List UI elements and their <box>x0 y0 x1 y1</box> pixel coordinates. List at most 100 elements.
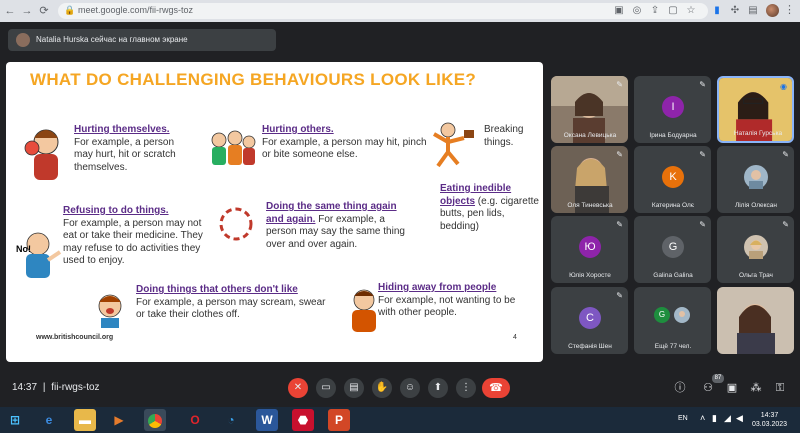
camera-toggle-button[interactable]: ▭ <box>316 378 336 398</box>
back-icon[interactable]: ← <box>3 4 17 18</box>
behaviour-body: For example, a person may not eat or tak… <box>63 217 203 267</box>
address-bar[interactable]: 🔒 meet.google.com/fii-rwgs-toz <box>58 3 708 19</box>
browser-toolbar: ← → ⟳ 🔒 meet.google.com/fii-rwgs-toz ▣ ◎… <box>0 0 800 22</box>
window-icon[interactable]: ▢ <box>666 4 680 18</box>
raise-hand-button[interactable]: ✋ <box>372 378 392 398</box>
bookmark-star-icon[interactable]: ☆ <box>684 4 698 18</box>
hurting-themselves-picture <box>24 129 59 180</box>
participant-tile[interactable]: ✎ Оксана Левицька <box>551 76 628 143</box>
presenter-chip[interactable]: Natalia Hurska сейчас на главном экране <box>8 29 276 51</box>
mic-muted-icon: ✎ <box>616 80 623 89</box>
more-options-button[interactable]: ⋮ <box>456 378 476 398</box>
participant-avatar: G <box>654 307 670 323</box>
speaking-icon: ◉ <box>780 82 787 91</box>
lens-icon[interactable]: ◎ <box>630 4 644 18</box>
participant-tile[interactable]: ◉ Наталія Гурська <box>717 76 794 143</box>
participant-avatar: K <box>662 166 684 188</box>
behaviour-heading: Doing things that others don't like <box>136 284 298 295</box>
host-controls-icon[interactable]: ⚿ <box>772 379 788 397</box>
opera-icon[interactable]: O <box>184 409 206 431</box>
no-sign: No! <box>16 244 31 254</box>
participant-avatar: Ю <box>579 236 601 258</box>
puzzle-icon[interactable]: ✣ <box>728 4 742 18</box>
participant-tile[interactable]: ✎ K Катерина Олє <box>634 146 711 213</box>
behaviour-heading: Hurting others. <box>262 124 334 135</box>
acrobat-icon[interactable]: ⬣ <box>292 409 314 431</box>
participant-tile[interactable]: ✎ Ю Юлія Хоросте <box>551 216 628 283</box>
slide-title: WHAT DO CHALLENGING BEHAVIOURS LOOK LIKE… <box>30 70 477 89</box>
participant-name: Оля Тиневська <box>567 202 613 209</box>
tray-arrow-icon[interactable]: ˄ <box>700 413 705 423</box>
mic-toggle-button[interactable]: ✕ <box>288 378 308 398</box>
participant-name: Ещё 77 чел. <box>654 343 692 350</box>
powerpoint-icon[interactable]: P <box>328 409 350 431</box>
file-explorer-icon[interactable]: ▬ <box>74 409 96 431</box>
participant-avatar-photo <box>744 235 768 259</box>
network-icon[interactable]: ▮ <box>712 413 717 424</box>
behaviour-heading: Hurting themselves. <box>74 124 170 135</box>
participant-tile[interactable]: ✎ G Galina Galina <box>634 216 711 283</box>
participant-name: Юлія Хоросте <box>569 272 611 279</box>
emoji-button[interactable]: ☺ <box>400 378 420 398</box>
participant-avatar-photo <box>744 165 768 189</box>
participant-name: Стефанія Шен <box>568 343 612 350</box>
participant-name: Оксана Левицька <box>563 132 617 139</box>
volume-icon[interactable]: ◀ <box>736 413 743 424</box>
word-icon[interactable]: W <box>256 409 278 431</box>
address-url: meet.google.com/fii-rwgs-toz <box>78 5 194 15</box>
behaviour-body: For example, a person may hit, pinch or … <box>262 136 427 161</box>
captions-button[interactable]: ▤ <box>344 378 364 398</box>
activities-icon[interactable]: ⁂ <box>748 379 764 397</box>
hang-up-button[interactable]: ☎ <box>482 378 510 398</box>
participant-avatar-photo <box>674 307 690 323</box>
tray-language[interactable]: EN <box>678 415 688 422</box>
internet-explorer-icon[interactable]: e <box>38 409 60 431</box>
participant-name: Лілія Олексан <box>734 202 778 209</box>
breaking-things-picture <box>433 122 474 168</box>
forward-icon[interactable]: → <box>20 4 34 18</box>
participant-tile[interactable]: ✎ I Ірина Бодуарна <box>634 76 711 143</box>
behaviour-block: Refusing to do things. For example, a pe… <box>63 205 205 268</box>
info-icon[interactable]: ⓘ <box>672 379 688 397</box>
participant-tile[interactable]: ✎ Ольга Трач <box>717 216 794 283</box>
browser-menu-icon[interactable]: ⋮ <box>784 3 795 16</box>
participant-name: Ірина Бодуарна <box>649 132 697 139</box>
participant-tile[interactable]: ✎ Оля Тиневська <box>551 146 628 213</box>
share-icon[interactable]: ⇪ <box>648 4 662 18</box>
mic-muted-icon: ✎ <box>782 220 789 229</box>
windows-taskbar: ⊞ e ▬ ▶ O ◔ W ⬣ P EN ˄ ▮ ◢ ◀ 14:37 03.03… <box>0 407 800 433</box>
doing-things-picture <box>98 294 122 328</box>
mic-muted-icon: ✎ <box>782 150 789 159</box>
sidepanel-icon[interactable]: ▤ <box>746 4 760 18</box>
meeting-toolbar: 14:37 | fii-rwgs-toz ✕ ▭ ▤ ✋ ☺ ⬆ ⋮ ☎ ⓘ ⚇… <box>0 370 800 406</box>
participant-name: Наталія Гурська <box>733 130 783 137</box>
present-button[interactable]: ⬆ <box>428 378 448 398</box>
self-view-tile[interactable] <box>717 287 794 354</box>
start-button-icon[interactable]: ⊞ <box>4 409 26 431</box>
participant-avatar: C <box>579 307 601 329</box>
edge-icon[interactable]: ◔ <box>220 409 242 431</box>
mic-muted-icon: ✎ <box>616 291 623 300</box>
camera-icon[interactable]: ▣ <box>612 4 626 18</box>
participant-tile[interactable]: ✎ C Стефанія Шен <box>551 287 628 354</box>
slide-page-number: 4 <box>513 334 517 341</box>
chat-icon[interactable]: ▣ <box>724 379 740 397</box>
reload-icon[interactable]: ⟳ <box>37 4 51 18</box>
chrome-icon[interactable] <box>144 409 166 431</box>
participant-name: Катерина Олє <box>651 202 695 209</box>
participant-avatar: I <box>662 96 684 118</box>
hurting-others-picture <box>211 130 256 165</box>
behaviour-heading: Refusing to do things. <box>63 205 169 216</box>
more-participants-tile[interactable]: G Ещё 77 чел. <box>634 287 711 354</box>
participant-video <box>717 287 794 354</box>
participant-tile[interactable]: ✎ Лілія Олексан <box>717 146 794 213</box>
profile-avatar[interactable] <box>766 4 779 17</box>
presentation-slide: WHAT DO CHALLENGING BEHAVIOURS LOOK LIKE… <box>6 62 543 362</box>
media-player-icon[interactable]: ▶ <box>108 409 130 431</box>
presenter-bar: Natalia Hurska сейчас на главном экране <box>0 22 800 58</box>
extension-icon[interactable]: ▮ <box>710 4 724 18</box>
tray-clock[interactable]: 14:37 03.03.2023 <box>752 411 787 429</box>
behaviour-body: Breaking things. <box>484 124 524 148</box>
wifi-icon[interactable]: ◢ <box>724 413 731 424</box>
tray-time: 14:37 <box>760 412 779 419</box>
